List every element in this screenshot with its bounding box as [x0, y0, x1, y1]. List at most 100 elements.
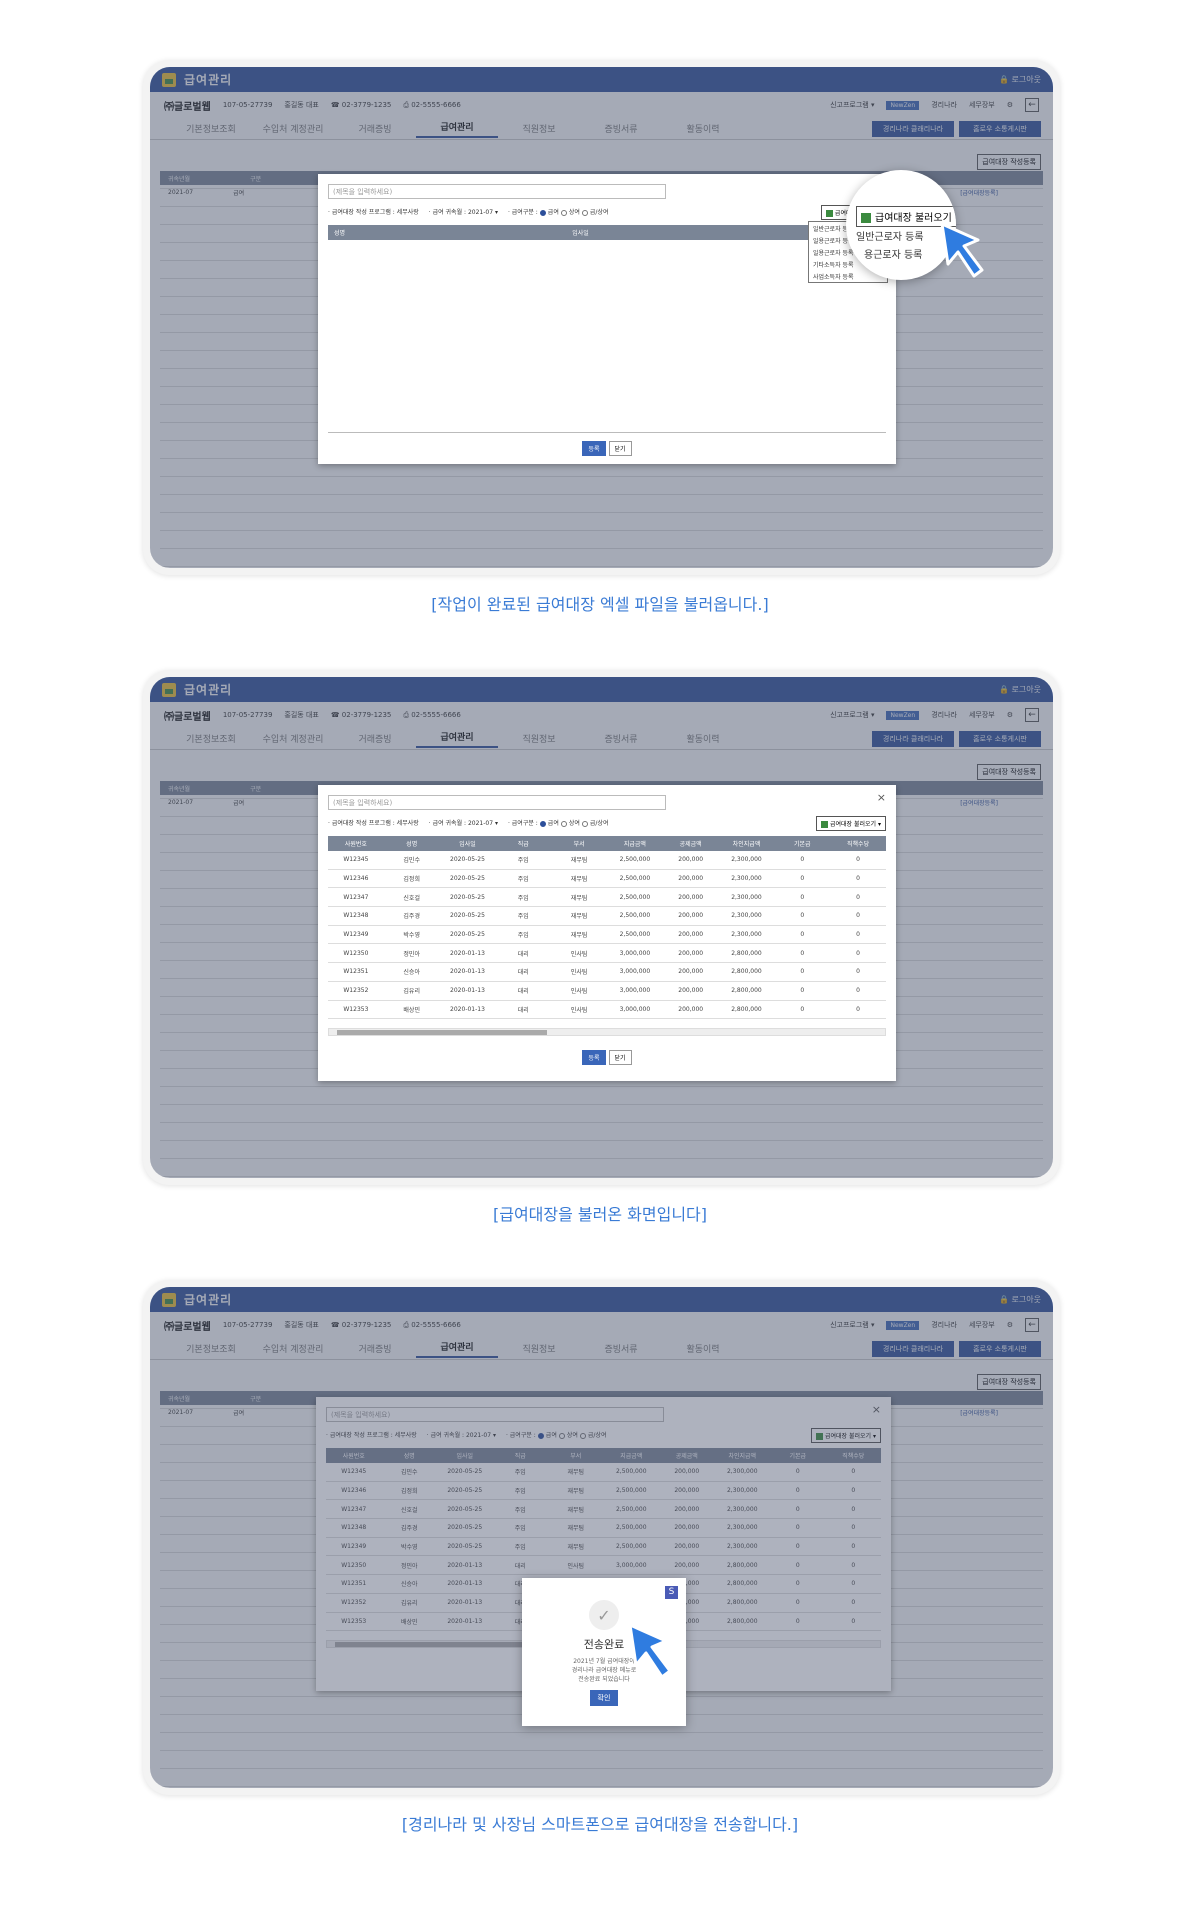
radio-both[interactable] [581, 820, 588, 827]
radio-bonus[interactable] [560, 209, 567, 216]
caption-2: [급여대장을 불러온 화면입니다] [492, 1205, 708, 1224]
table-cell: 0 [856, 875, 860, 883]
column-header: 직책수당 [847, 841, 870, 848]
radio-bonus[interactable] [560, 820, 567, 827]
register-button[interactable]: 등록 [582, 1050, 606, 1065]
table-cell: 2020-01-13 [450, 949, 485, 957]
table-cell: 0 [800, 949, 805, 957]
radio-salary[interactable] [539, 820, 546, 827]
table-cell: 재무팀 [570, 894, 588, 902]
payroll-import-modal: × · 급여대장 작성 프로그램 : 세무사랑 · 급여 귀속월 : 2021-07… [316, 1397, 891, 1726]
column-header: 지급금액 [623, 841, 646, 848]
table-cell: 3,000,000 [619, 949, 651, 957]
horizontal-scrollbar[interactable] [328, 1028, 886, 1036]
table-cell: 2,300,000 [731, 912, 762, 920]
table-cell: 2,500,000 [619, 912, 651, 920]
employee-table-body: W12345 김민수 2020-05-25 주임 재무팀 2,500,000 200,000… [328, 851, 886, 1020]
table-cell: 0 [856, 931, 860, 939]
table-cell: W12353 [343, 1005, 369, 1013]
close-icon[interactable]: × [877, 791, 886, 804]
table-cell: 200,000 [678, 856, 704, 864]
table-cell: 인사팀 [570, 1006, 588, 1014]
table-cell: W12345 [343, 856, 369, 864]
program-label: · 급여대장 작성 프로그램 : 세무사랑 [328, 209, 419, 216]
table-cell: 2020-01-13 [450, 968, 485, 976]
payroll-import-modal: · 급여대장 작성 프로그램 : 세무사랑 · 급여 귀속월 : 2021-07 … [318, 174, 896, 464]
table-cell: W12346 [343, 875, 369, 883]
table-cell: 0 [856, 968, 860, 976]
table-cell: 인사팀 [570, 950, 588, 958]
column-header: 공제금액 [679, 841, 702, 848]
table-cell: 2,800,000 [731, 987, 762, 995]
table-cell: 0 [800, 912, 805, 920]
load-payroll-button[interactable]: 급여대장 불러오기 ▾ [816, 816, 886, 831]
register-button[interactable]: 등록 [582, 441, 606, 456]
check-icon: ✓ [589, 1600, 619, 1630]
screenshot-frame-1: 급여관리 🔒 로그아웃 ㈜글로벌웹 107-05-27739 홍길동 대표 ☎ … [143, 60, 1060, 575]
radio-both[interactable] [581, 209, 588, 216]
table-cell: 200,000 [678, 949, 704, 957]
type-radios[interactable]: · 급여구분 : 급여 상여 급/상여 [508, 207, 609, 216]
excel-icon [825, 210, 833, 217]
table-cell: 0 [856, 912, 860, 920]
column-header: 차인지급액 [732, 841, 761, 848]
table-cell: 주임 [517, 857, 529, 865]
screenshot-frame-3: 급여관리 🔒 로그아웃 ㈜글로벌웹 107-05-27739 홍길동 대표 ☎ … [143, 1280, 1060, 1795]
table-cell: 주임 [517, 876, 529, 884]
table-cell: 2,500,000 [619, 856, 651, 864]
table-cell: 0 [856, 987, 860, 995]
table-row[interactable]: W12351 신승아 2020-01-13 대리 인사팀 3,000,000 200,000… [328, 963, 886, 982]
table-cell: 0 [800, 931, 805, 939]
attr-month[interactable]: · 급여 귀속월 : 2021-07 ▾ [429, 818, 498, 827]
table-row[interactable]: W12349 박수영 2020-05-25 주임 재무팀 2,500,000 200,000… [328, 926, 886, 945]
table-cell: 김유리 [403, 988, 420, 996]
table-cell: 김주경 [403, 913, 420, 921]
table-cell: 2020-05-25 [450, 875, 485, 883]
table-cell: 신승아 [403, 969, 420, 977]
table-row[interactable]: W12347 신호걸 2020-05-25 주임 재무팀 2,500,000 200,000… [328, 888, 886, 908]
table-row[interactable]: W12348 김주경 2020-05-25 주임 재무팀 2,500,000 200,000… [328, 907, 886, 926]
table-row[interactable]: W12350 정민아 2020-01-13 대리 인사팀 3,000,000 200,000… [328, 944, 886, 964]
table-cell: 재무팀 [570, 913, 588, 921]
table-cell: 0 [800, 968, 805, 976]
table-cell: 신호걸 [403, 894, 420, 902]
table-cell: 0 [800, 856, 805, 864]
confirm-button[interactable]: 확인 [589, 1690, 619, 1706]
close-button[interactable]: 닫기 [608, 441, 632, 456]
table-cell: 박수영 [403, 932, 420, 940]
table-cell: 2020-05-25 [450, 912, 485, 920]
close-button[interactable]: 닫기 [608, 1050, 632, 1065]
table-cell: 2020-01-13 [450, 1005, 485, 1013]
excel-icon [821, 821, 828, 828]
payroll-import-modal: × · 급여대장 작성 프로그램 : 세무사랑 · 급여 귀속월 : 2021-07… [318, 785, 896, 1081]
scroll-thumb[interactable] [337, 1030, 547, 1035]
radio-salary[interactable] [539, 209, 546, 216]
type-radios[interactable]: · 급여구분 : 급여 상여 급/상여 [508, 818, 609, 827]
app-badge-icon: S [665, 1586, 678, 1599]
screenshot-frame-2: 급여관리 🔒 로그아웃 ㈜글로벌웹 107-05-27739 홍길동 대표 ☎ … [143, 670, 1060, 1185]
table-row[interactable]: W12345 김민수 2020-05-25 주임 재무팀 2,500,000 200,000… [328, 851, 886, 870]
table-cell: 3,000,000 [619, 987, 651, 995]
pointer-cursor-icon [938, 220, 1002, 284]
table-cell: 0 [800, 1005, 805, 1013]
table-cell: 대리 [517, 950, 529, 958]
app-screen: 급여관리 🔒 로그아웃 ㈜글로벌웹 107-05-27739 홍길동 대표 ☎ … [150, 67, 1053, 568]
column-header: 직급 [517, 841, 529, 848]
title-input[interactable]: (제목을 입력하세요) [328, 795, 666, 810]
table-cell: 2,800,000 [731, 968, 762, 976]
table-cell: 0 [856, 949, 860, 957]
table-row[interactable]: W12352 김유리 2020-01-13 대리 인사팀 3,000,000 200,000… [328, 982, 886, 1001]
column-header: 성명 [406, 841, 418, 848]
table-cell: 0 [856, 856, 860, 864]
attr-month[interactable]: · 급여 귀속월 : 2021-07 ▾ [429, 207, 498, 216]
modal-footer: 등록닫기 [318, 1050, 896, 1065]
column-header: 입사일 [459, 841, 476, 848]
table-row[interactable]: W12353 배상민 2020-01-13 대리 인사팀 3,000,000 200,000… [328, 1001, 886, 1020]
table-bottom-line [328, 432, 886, 433]
table-cell: 2020-05-25 [450, 893, 485, 901]
table-row[interactable]: W12346 김정희 2020-05-25 주임 재무팀 2,500,000 200,000… [328, 870, 886, 889]
table-cell: 김정희 [403, 876, 420, 884]
title-input[interactable]: (제목을 입력하세요) [328, 184, 666, 199]
table-cell: 0 [800, 987, 805, 995]
table-cell: W12347 [343, 893, 369, 901]
